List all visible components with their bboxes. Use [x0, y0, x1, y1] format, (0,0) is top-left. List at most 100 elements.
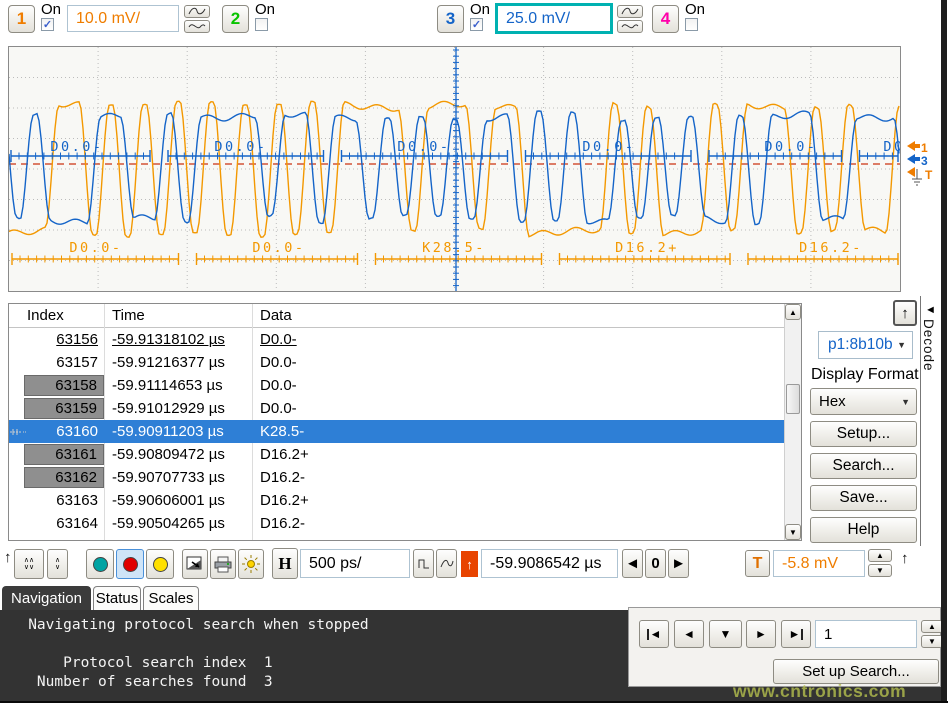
channel-3-scale-field[interactable]: 25.0 mV/ [495, 3, 613, 34]
tab-scales[interactable]: Scales [143, 586, 199, 610]
scrollbar-thumb[interactable] [786, 384, 800, 414]
horizontal-position-field[interactable]: -59.9086542 µs [481, 549, 618, 578]
tab-status[interactable]: Status [93, 586, 141, 610]
table-row[interactable]: 63158 -59.91114653 µs D0.0- [9, 374, 785, 397]
pulse-icon [418, 558, 430, 570]
collapse-listing-button[interactable]: ↑ [893, 300, 917, 326]
first-result-button[interactable]: ◄ [639, 620, 669, 648]
print-button[interactable] [210, 549, 236, 579]
channel-3-scale-up-button[interactable] [617, 5, 643, 18]
trigger-marker-up-icon: ↑ [901, 550, 909, 567]
window-border [0, 701, 948, 703]
trigger-level-down-button[interactable]: ▼ [868, 564, 892, 577]
horizontal-toolbar: ↑ ∧∧∨∨ ∧∨ H 500 ps/ ↑ -59.9086542 µs ◄ 0… [0, 543, 941, 586]
table-row[interactable]: 63157 -59.91216377 µs D0.0- [9, 351, 785, 374]
column-header-time[interactable]: Time [104, 307, 252, 324]
stop-button[interactable] [116, 549, 144, 579]
table-row[interactable]: 63162 -59.90707733 µs D16.2- [9, 466, 785, 489]
save-button[interactable]: Save... [810, 485, 917, 511]
stop-icon [123, 557, 138, 572]
sine-icon [621, 7, 639, 16]
channel-4-on-label: On [685, 2, 705, 17]
channel-1-scale-down-button[interactable] [184, 20, 210, 33]
display-format-dropdown[interactable]: Hex▼ [810, 388, 917, 415]
channel-1-on-checkbox[interactable] [41, 18, 54, 31]
search-index-field[interactable]: 1 [815, 620, 917, 648]
search-button[interactable]: Search... [810, 453, 917, 479]
timebase-zoom-out-button[interactable] [436, 549, 457, 578]
next-result-button[interactable]: ► [746, 620, 776, 648]
table-row[interactable]: 63159 -59.91012929 µs D0.0- [9, 397, 785, 420]
channel-2-on-checkbox[interactable] [255, 18, 268, 31]
waveform-display: D0.0-D0.0-D0.0-D0.0-D0.0-D0.0-D0.0-D0.0-… [8, 46, 901, 292]
decode-label: D0.0- [252, 240, 305, 256]
channel-4-button[interactable]: 4 [652, 5, 679, 33]
channel-1-scale-field[interactable]: 10.0 mV/ [67, 5, 179, 32]
decode-label: D0.0- [214, 139, 267, 155]
trigger-level-up-button[interactable]: ▲ [868, 549, 892, 562]
display-brightness-button[interactable] [238, 549, 264, 579]
svg-text:T: T [925, 168, 933, 182]
setup-button[interactable]: Setup... [810, 421, 917, 447]
decode-label: D0.0- [582, 139, 635, 155]
channel-2-on-label: On [255, 2, 275, 17]
svg-text:3: 3 [921, 154, 928, 168]
chevron-down-icon: ▼ [901, 397, 910, 407]
channel-1-scale-up-button[interactable] [184, 5, 210, 18]
trigger-level-field[interactable]: -5.8 mV [773, 550, 865, 577]
scroll-down-button[interactable]: ▼ [785, 524, 801, 540]
oscilloscope-app: 1 On 10.0 mV/ 2 On 3 On 25.0 mV/ 4 On D0… [0, 0, 948, 708]
decode-table: Index Time Data 63156 -59.91318102 µs D0… [8, 303, 802, 541]
channel-1-button[interactable]: 1 [8, 5, 35, 33]
sine-icon [440, 559, 454, 569]
pan-double-button[interactable]: ∧∧∨∨ [14, 549, 44, 579]
decode-probe-dropdown[interactable]: p1:8b10b▼ [818, 331, 913, 359]
column-header-data[interactable]: Data [252, 307, 785, 324]
screen-copy-icon [186, 556, 204, 572]
tab-navigation[interactable]: Navigation [2, 586, 91, 610]
decode-label: D0.0- [50, 139, 103, 155]
table-row[interactable]: 63161 -59.90809472 µs D16.2+ [9, 443, 785, 466]
channel-3-on-label: On [470, 2, 490, 17]
single-button[interactable] [146, 549, 174, 579]
marker-up-icon: ↑ [4, 549, 12, 566]
window-edge [941, 0, 947, 702]
channel-1-marker-icon [907, 141, 915, 151]
pan-single-button[interactable]: ∧∨ [47, 549, 68, 579]
channel-3-on-checkbox[interactable] [470, 18, 483, 31]
column-header-index[interactable]: Index [9, 307, 104, 324]
decode-sidebar-tab[interactable]: ◄ Decode [920, 296, 940, 546]
channel-1-on-label: On [41, 2, 61, 17]
last-result-button[interactable]: ► [781, 620, 811, 648]
channel-3-button[interactable]: 3 [437, 5, 464, 33]
horizontal-setup-button[interactable]: H [272, 548, 298, 579]
trigger-position-icon: ↑ [461, 551, 478, 577]
channel-4-on-checkbox[interactable] [685, 18, 698, 31]
timebase-zoom-in-button[interactable] [413, 549, 434, 578]
result-dropdown-button[interactable]: ▼ [709, 620, 742, 648]
channel-3-scale-down-button[interactable] [617, 20, 643, 33]
table-row-selected[interactable]: 63160 -59.90911203 µs K28.5- [9, 420, 785, 443]
index-down-button[interactable]: ▼ [921, 635, 943, 648]
run-icon [93, 557, 108, 572]
table-scrollbar[interactable]: ▲ ▼ [784, 304, 801, 540]
table-row[interactable]: 63163 -59.90606001 µs D16.2+ [9, 489, 785, 512]
position-left-button[interactable]: ◄ [622, 549, 643, 578]
decode-sidebar-label: Decode [921, 319, 936, 372]
table-row[interactable]: 63164 -59.90504265 µs D16.2- [9, 512, 785, 535]
table-row[interactable]: 63156 -59.91318102 µs D0.0- [9, 328, 785, 351]
index-up-button[interactable]: ▲ [921, 620, 943, 633]
trigger-setup-button[interactable]: T [745, 550, 770, 577]
timebase-field[interactable]: 500 ps/ [300, 549, 410, 578]
position-zero-button[interactable]: 0 [645, 549, 666, 578]
scroll-up-button[interactable]: ▲ [785, 304, 801, 320]
channel-2-button[interactable]: 2 [222, 5, 249, 33]
single-icon [153, 557, 168, 572]
screen-copy-button[interactable] [182, 549, 208, 579]
channel-3-marker-icon [907, 154, 915, 164]
previous-result-button[interactable]: ◄ [674, 620, 704, 648]
sine-icon [188, 7, 206, 16]
help-button[interactable]: Help [810, 517, 917, 543]
run-button[interactable] [86, 549, 114, 579]
position-right-button[interactable]: ► [668, 549, 689, 578]
